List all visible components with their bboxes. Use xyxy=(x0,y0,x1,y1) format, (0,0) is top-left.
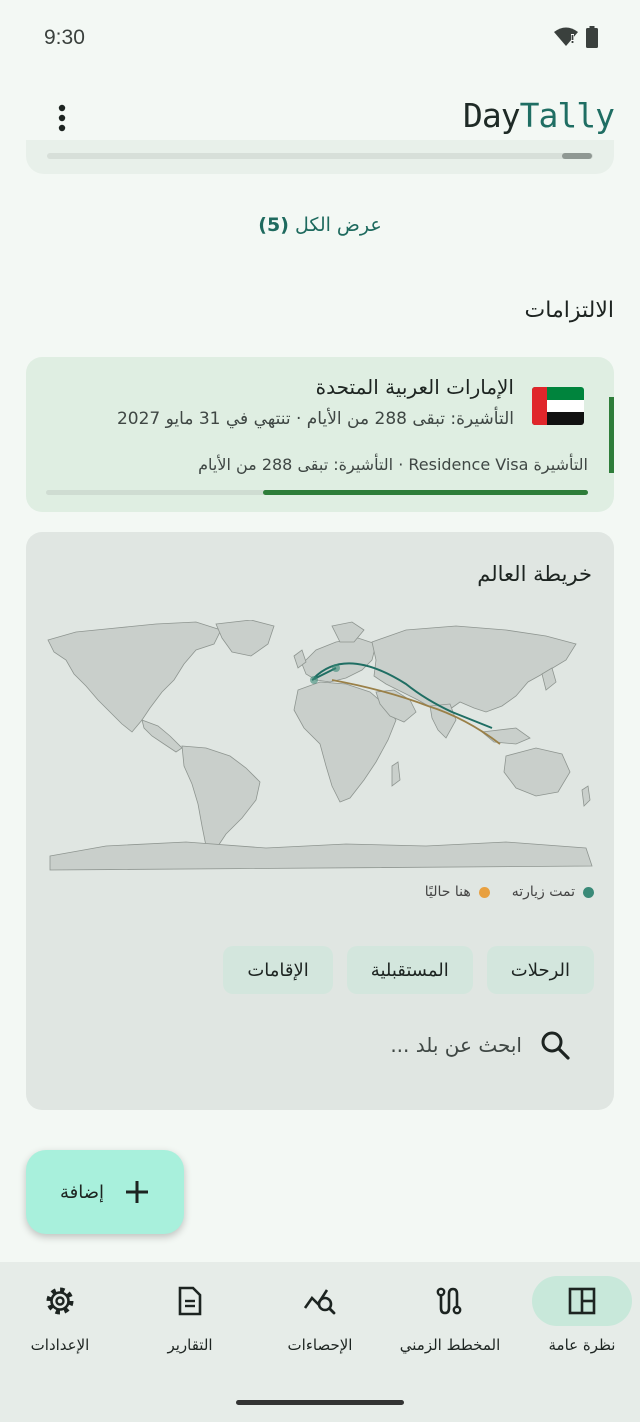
map-antarctica xyxy=(49,841,593,871)
nav-timeline-indicator xyxy=(400,1276,500,1326)
map-filter-chips: الرحلات المستقبلية الإقامات xyxy=(223,946,594,994)
legend-current-label: هنا حاليًا xyxy=(424,884,471,900)
chip-stays[interactable]: الإقامات xyxy=(223,946,333,994)
more-vert-icon xyxy=(58,104,66,132)
world-map-title: خريطة العالم xyxy=(477,562,592,586)
logo-part-tally: Tally xyxy=(519,96,615,135)
map-north-america xyxy=(47,621,222,733)
legend-current-dot xyxy=(478,886,490,898)
nav-reports-indicator xyxy=(140,1276,240,1326)
view-all-link[interactable]: عرض الكل (5) xyxy=(0,214,640,236)
commitment-visa-line: التأشيرة: تبقى 288 من الأيام · تنتهي في … xyxy=(116,409,514,429)
stats-icon xyxy=(303,1289,336,1315)
commitment-detail-line: التأشيرة Residence Visa · التأشيرة: تبقى… xyxy=(198,455,588,474)
commitment-progress-track xyxy=(46,490,588,495)
nav-settings-indicator xyxy=(10,1276,110,1326)
chip-trips[interactable]: الرحلات xyxy=(486,946,594,994)
map-legend: تمت زيارته هنا حاليًا xyxy=(425,884,594,900)
home-indicator xyxy=(236,1400,404,1405)
overview-icon xyxy=(568,1287,596,1315)
reports-icon xyxy=(178,1286,202,1316)
nav-reports[interactable]: التقارير xyxy=(126,1276,254,1386)
nav-settings-label: الإعدادات xyxy=(30,1336,90,1354)
search-input[interactable]: ابحث عن بلد ... xyxy=(390,1033,522,1057)
plus-icon xyxy=(126,1181,149,1203)
nav-stats-label: الإحصاءات xyxy=(287,1336,353,1354)
legend-visited: تمت زيارته xyxy=(512,884,594,900)
status-bar xyxy=(0,0,640,80)
add-button[interactable]: إضافة xyxy=(26,1150,184,1234)
nav-overview-label: نظرة عامة xyxy=(548,1336,616,1354)
country-search[interactable]: ابحث عن بلد ... xyxy=(390,1030,570,1060)
more-options-button[interactable] xyxy=(40,96,84,140)
map-madagascar xyxy=(391,761,401,787)
view-all-count: (5) xyxy=(258,214,289,236)
previous-card-scroll-thumb xyxy=(562,153,592,159)
commitment-accent-bar xyxy=(609,397,614,473)
bottom-navigation: نظرة عامة المخطط الزمني الإحصاءات التقار… xyxy=(0,1262,640,1422)
wifi-icon xyxy=(554,27,578,46)
map-australia xyxy=(503,747,571,797)
legend-visited-dot xyxy=(583,886,594,898)
visited-marker xyxy=(310,676,318,684)
timeline-icon xyxy=(436,1287,462,1315)
nav-overview-indicator xyxy=(532,1276,632,1326)
world-map[interactable] xyxy=(46,620,594,874)
view-all-label: عرض الكل xyxy=(294,214,382,236)
nav-stats[interactable]: الإحصاءات xyxy=(256,1276,384,1386)
nav-settings[interactable]: الإعدادات xyxy=(0,1276,124,1386)
map-south-america xyxy=(181,745,261,853)
commitment-country: الإمارات العربية المتحدة xyxy=(315,375,514,399)
nav-timeline[interactable]: المخطط الزمني xyxy=(386,1276,514,1386)
legend-current: هنا حاليًا xyxy=(425,884,490,900)
search-icon xyxy=(541,1031,570,1060)
map-europe xyxy=(301,637,377,683)
map-india xyxy=(429,703,457,739)
map-central-america xyxy=(141,719,183,753)
chip-upcoming[interactable]: المستقبلية xyxy=(346,946,473,994)
nav-overview[interactable]: نظرة عامة xyxy=(518,1276,640,1386)
nav-reports-label: التقارير xyxy=(167,1336,213,1354)
commitment-card[interactable]: الإمارات العربية المتحدة التأشيرة: تبقى … xyxy=(26,357,614,512)
visited-marker xyxy=(332,664,340,672)
map-new-zealand xyxy=(581,785,591,807)
add-button-label: إضافة xyxy=(59,1181,105,1203)
commitment-progress-fill xyxy=(262,490,588,495)
previous-card-progress xyxy=(47,153,593,159)
logo-part-day: Day xyxy=(463,96,521,135)
status-time: 9:30 xyxy=(44,26,85,49)
status-icons xyxy=(554,26,598,48)
nav-timeline-label: المخطط الزمني xyxy=(399,1336,501,1354)
map-greenland xyxy=(215,620,275,657)
world-map-card: خريطة العالم تمت زيارته هنا حاليًا الرحل… xyxy=(26,532,614,1110)
battery-icon xyxy=(586,26,598,48)
nav-stats-indicator xyxy=(270,1276,370,1326)
uae-flag-icon xyxy=(532,387,584,425)
app-logo: DayTally xyxy=(463,96,615,135)
commitments-title: الالتزامات xyxy=(524,298,614,323)
legend-visited-label: تمت زيارته xyxy=(511,884,575,900)
settings-icon xyxy=(46,1287,74,1315)
